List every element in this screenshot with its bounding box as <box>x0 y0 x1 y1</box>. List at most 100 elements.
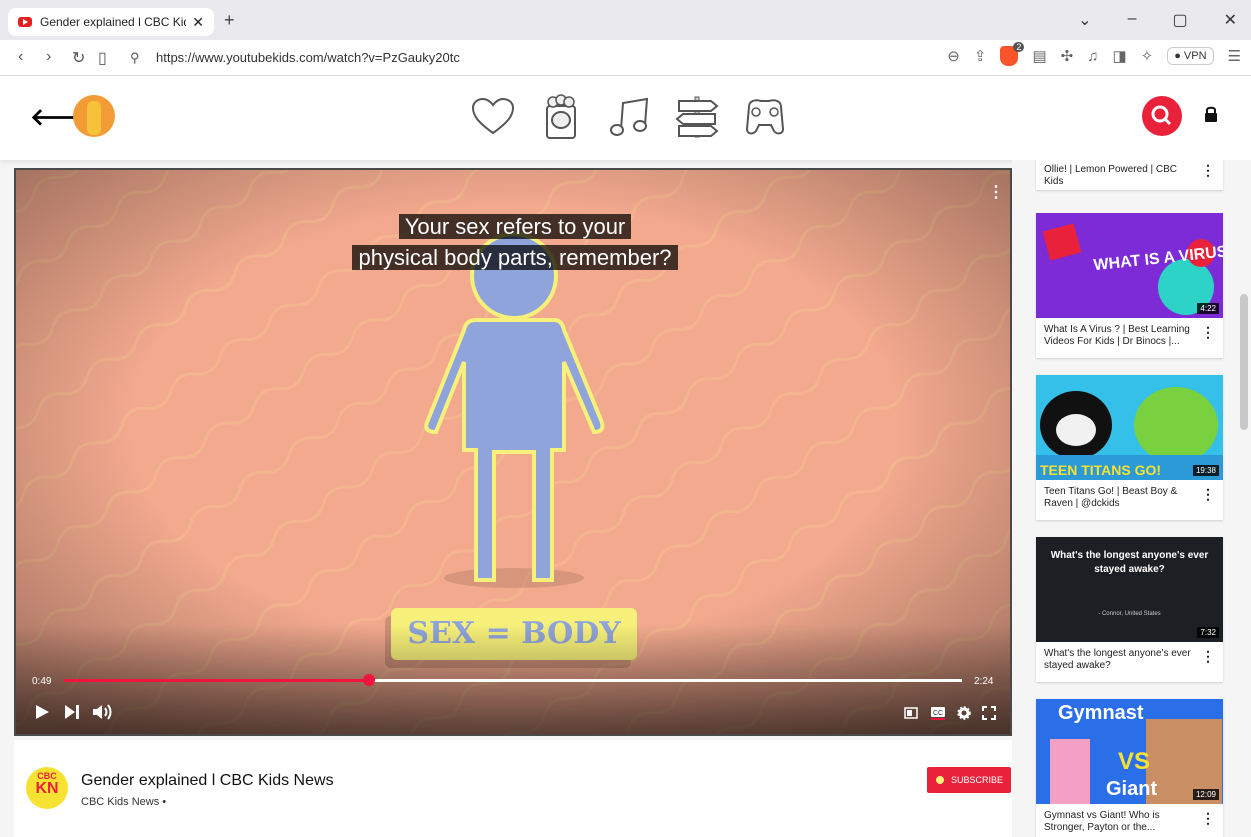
card-title-wrap: Teen Titans Go! | Beast Boy & Raven | @d… <box>1036 480 1223 520</box>
reload-icon[interactable]: ↻ <box>72 48 85 68</box>
next-icon[interactable] <box>64 704 80 720</box>
brave-shield-icon[interactable]: 2 <box>1000 42 1025 66</box>
thumbnail-subtext: - Connor, United States <box>1098 611 1161 617</box>
fullscreen-icon[interactable] <box>982 706 996 720</box>
tab-title: Gender explained l CBC Kids N <box>40 15 186 29</box>
shield-count: 2 <box>1013 42 1025 52</box>
share-icon[interactable]: ⇪ <box>974 47 987 65</box>
kids-header: 🡐 <box>0 76 1251 160</box>
window-controls: ⌄ – ▢ ✕ <box>1078 10 1237 30</box>
card-title: Ollie! | Lemon Powered | CBC Kids <box>1044 164 1178 187</box>
channel-name[interactable]: CBC Kids News • <box>81 796 166 808</box>
card-title: What's the longest anyone's ever stayed … <box>1044 648 1191 671</box>
subscribe-label: SUBSCRIBE <box>950 775 1003 785</box>
tab-list-icon[interactable]: ⌄ <box>1078 10 1091 30</box>
recommendation-card[interactable]: What's the longest anyone's ever stayed … <box>1036 537 1223 682</box>
profile-avatar[interactable] <box>73 95 115 137</box>
search-icon <box>1151 105 1172 126</box>
vpn-label: VPN <box>1183 50 1207 62</box>
thumbnail: WHAT IS A VIRUS? 4:22 <box>1036 213 1223 318</box>
subscribe-button[interactable]: SUBSCRIBE <box>927 767 1011 793</box>
more-options-icon[interactable]: ⋮ <box>1201 811 1215 825</box>
vpn-button[interactable]: ● VPN <box>1167 47 1214 65</box>
forward-nav-icon[interactable]: › <box>46 48 51 66</box>
captions-icon[interactable]: CC <box>930 706 946 720</box>
subscribe-icon <box>935 776 944 784</box>
category-nav <box>470 94 788 140</box>
page-scrollbar[interactable] <box>1238 160 1251 837</box>
browser-tab-bar: Gender explained l CBC Kids N ✕ + ⌄ – ▢ … <box>0 0 1251 40</box>
heart-icon[interactable] <box>470 94 516 140</box>
play-icon[interactable] <box>34 704 50 720</box>
lock-icon[interactable] <box>1204 106 1218 122</box>
youtube-favicon-icon <box>18 17 32 27</box>
recommendation-card[interactable]: Ollie! | Lemon Powered | CBC Kids ⋮ <box>1036 160 1223 190</box>
gamepad-icon[interactable] <box>742 94 788 140</box>
zoom-icon[interactable]: ⊖ <box>947 47 960 65</box>
menu-icon[interactable]: ☰ <box>1228 47 1241 65</box>
card-title-wrap: What Is A Virus ? | Best Learning Videos… <box>1036 318 1223 358</box>
close-tab-icon[interactable]: ✕ <box>192 14 204 31</box>
more-options-icon[interactable]: ⋮ <box>1201 487 1215 501</box>
site-settings-icon[interactable]: ⚲ <box>130 50 140 66</box>
channel-logo-top: CBC <box>37 771 57 781</box>
music-note-icon[interactable] <box>606 94 652 140</box>
recommendation-card[interactable]: WHAT IS A VIRUS? 4:22 What Is A Virus ? … <box>1036 213 1223 358</box>
more-options-icon[interactable]: ⋮ <box>1201 325 1215 339</box>
extensions-icon[interactable]: ✣ <box>1061 47 1074 65</box>
card-title: Gymnast vs Giant! Who is Stronger, Payto… <box>1044 810 1160 833</box>
progress-track[interactable] <box>64 674 962 686</box>
url-field[interactable]: https://www.youtubekids.com/watch?v=PzGa… <box>156 50 460 65</box>
caption-line-2: physical body parts, remember? <box>16 245 1010 271</box>
svg-text:TEEN TITANS GO!: TEEN TITANS GO! <box>1040 462 1161 478</box>
svg-text:CC: CC <box>933 710 943 717</box>
miniplayer-icon[interactable] <box>904 707 918 719</box>
new-tab-button[interactable]: + <box>224 10 235 31</box>
more-options-icon[interactable]: ⋮ <box>1201 163 1215 177</box>
leo-icon[interactable]: ✧ <box>1141 47 1154 65</box>
card-title: Teen Titans Go! | Beast Boy & Raven | @d… <box>1044 486 1178 509</box>
signpost-icon[interactable] <box>674 94 720 140</box>
caption-text-2: physical body parts, remember? <box>352 245 678 270</box>
thumbnail: Gymnast VS Giant 12:09 <box>1036 699 1223 804</box>
card-title-wrap: Ollie! | Lemon Powered | CBC Kids ⋮ <box>1036 160 1223 190</box>
browser-toolbar: ⊖ ⇪ 2 ▤ ✣ ♫ ◨ ✧ ● VPN ☰ <box>947 42 1241 66</box>
sidebar-icon[interactable]: ◨ <box>1112 47 1126 65</box>
reader-icon[interactable]: ▤ <box>1032 47 1046 65</box>
player-more-icon[interactable]: ⋮ <box>988 182 1004 202</box>
search-button[interactable] <box>1142 96 1182 136</box>
channel-logo-bottom: KN <box>35 780 59 797</box>
more-options-icon[interactable]: ⋮ <box>1201 649 1215 663</box>
restore-icon[interactable]: ▢ <box>1172 10 1187 30</box>
close-window-icon[interactable]: ✕ <box>1224 10 1237 30</box>
duration-badge: 19:38 <box>1192 465 1219 476</box>
channel-logo[interactable]: CBC KN <box>26 767 68 809</box>
svg-text:Giant: Giant <box>1106 778 1157 800</box>
media-icon[interactable]: ♫ <box>1087 48 1098 65</box>
caption-text-1: Your sex refers to your <box>398 214 632 239</box>
recommendation-card[interactable]: Gymnast VS Giant 12:09 Gymnast vs Giant!… <box>1036 699 1223 837</box>
thumbnail: What's the longest anyone's ever stayed … <box>1036 537 1223 642</box>
thumbnail: TEEN TITANS GO! 19:38 <box>1036 375 1223 480</box>
virus-thumbnail-art: WHAT IS A VIRUS? <box>1042 223 1223 315</box>
card-title: What Is A Virus ? | Best Learning Videos… <box>1044 324 1190 347</box>
svg-text:VS: VS <box>1118 748 1150 775</box>
minimize-icon[interactable]: – <box>1128 10 1137 30</box>
card-title-wrap: Gymnast vs Giant! Who is Stronger, Payto… <box>1036 804 1223 837</box>
video-title: Gender explained l CBC Kids News <box>81 772 334 789</box>
recommendation-card[interactable]: TEEN TITANS GO! 19:38 Teen Titans Go! | … <box>1036 375 1223 520</box>
scrollbar-thumb[interactable] <box>1240 294 1248 430</box>
duration-badge: 7:32 <box>1197 627 1219 638</box>
current-time: 0:49 <box>32 676 52 687</box>
settings-icon[interactable] <box>957 706 971 720</box>
browser-tab[interactable]: Gender explained l CBC Kids N ✕ <box>8 8 214 36</box>
address-bar: ‹ › ↻ ▯ ⚲ https://www.youtubekids.com/wa… <box>0 40 1251 76</box>
thumbnail-text: What's the longest anyone's ever stayed … <box>1050 550 1209 575</box>
progress-played <box>64 679 370 682</box>
card-title-wrap: What's the longest anyone's ever stayed … <box>1036 642 1223 682</box>
volume-icon[interactable] <box>92 703 114 721</box>
popcorn-icon[interactable] <box>538 94 584 140</box>
bookmark-icon[interactable]: ▯ <box>98 48 107 68</box>
video-player[interactable]: Your sex refers to your physical body pa… <box>14 168 1012 736</box>
back-nav-icon[interactable]: ‹ <box>18 48 23 66</box>
